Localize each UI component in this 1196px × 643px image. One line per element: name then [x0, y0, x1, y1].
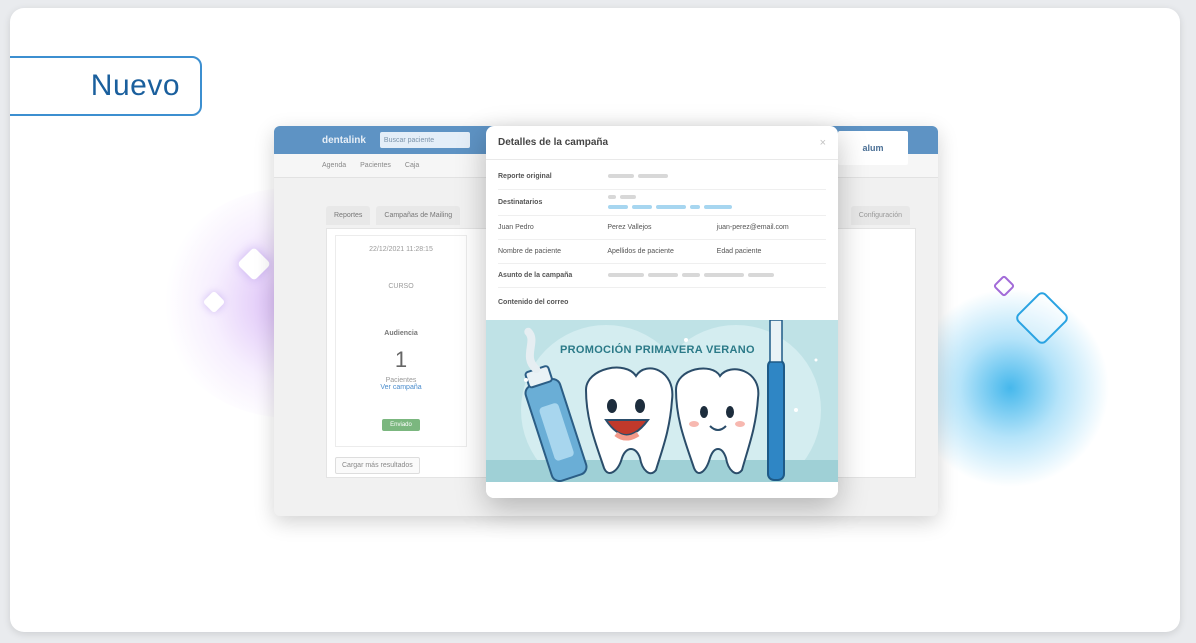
search-placeholder: Buscar paciente: [383, 136, 435, 144]
patient-email: juan-perez@email.com: [716, 224, 789, 231]
nav-item-cash[interactable]: Caja: [405, 162, 419, 169]
recipients-row: Destinatarios: [498, 190, 826, 216]
tab-settings[interactable]: Configuración: [850, 206, 910, 225]
blue-glow: [910, 288, 1110, 488]
tab-reports[interactable]: Reportes: [326, 206, 371, 225]
user-label: alum: [862, 143, 884, 153]
subject-row: Asunto de la campaña: [498, 264, 826, 288]
load-more-button[interactable]: Cargar más resultados: [335, 457, 420, 474]
report-row: Reporte original: [498, 164, 826, 190]
nav-item-agenda[interactable]: Agenda: [322, 162, 346, 169]
modal-body: Reporte original Destinatarios Juan Pedr…: [486, 160, 838, 316]
hero-card: Nuevo dentalink Buscar paciente alum Age…: [10, 8, 1180, 632]
recipients-label: Destinatarios: [498, 199, 543, 206]
status-badge: Enviado: [382, 419, 420, 431]
patient-values-row: Juan Pedro Perez Vallejos juan-perez@ema…: [498, 216, 826, 240]
patient-last-name: Perez Vallejos: [607, 224, 652, 231]
close-icon[interactable]: ×: [820, 137, 826, 149]
modal-header: Detalles de la campaña ×: [486, 126, 838, 160]
patient-fields-row: Nombre de paciente Apellidos de paciente…: [498, 240, 826, 264]
modal-title: Detalles de la campaña: [498, 137, 609, 148]
report-value: [608, 173, 672, 180]
campaign-date: 22/12/2021 11:28:15: [369, 246, 433, 253]
campaign-card: 22/12/2021 11:28:15 CURSO Audiencia 1 Pa…: [335, 235, 467, 447]
recipients-value: [608, 194, 736, 211]
view-campaign-link[interactable]: Ver campaña: [380, 384, 421, 391]
app-tabs: Reportes Campañas de Mailing: [326, 206, 461, 225]
field-first-name: Nombre de paciente: [498, 248, 562, 255]
content-label: Contenido del correo: [498, 298, 569, 306]
promo-image: PROMOCIÓN PRIMAVERA VERANO: [486, 320, 838, 482]
tab-mailing-campaigns[interactable]: Campañas de Mailing: [376, 206, 461, 225]
new-badge-label: Nuevo: [90, 69, 180, 102]
subject-value: [608, 272, 778, 279]
campaign-type: CURSO: [388, 283, 414, 290]
patient-first-name: Juan Pedro: [498, 224, 534, 231]
promo-title: PROMOCIÓN PRIMAVERA VERANO: [560, 344, 755, 356]
user-menu[interactable]: alum: [838, 131, 908, 165]
modal-footer: [486, 484, 838, 498]
search-input[interactable]: Buscar paciente: [379, 132, 470, 148]
toothbrush-icon: [767, 320, 785, 481]
report-label: Reporte original: [498, 173, 552, 180]
audience-label: Audiencia: [384, 330, 418, 337]
field-last-name: Apellidos de paciente: [607, 248, 674, 255]
subject-label: Asunto de la campaña: [498, 272, 573, 279]
audience-sub: Pacientes: [385, 377, 417, 384]
audience-count: 1: [394, 347, 408, 372]
new-badge: Nuevo: [10, 56, 202, 116]
nav-item-patients[interactable]: Pacientes: [360, 162, 391, 169]
campaign-details-modal: Detalles de la campaña × Reporte origina…: [486, 126, 838, 498]
app-logo: dentalink: [322, 134, 366, 146]
field-age: Edad paciente: [716, 248, 762, 255]
